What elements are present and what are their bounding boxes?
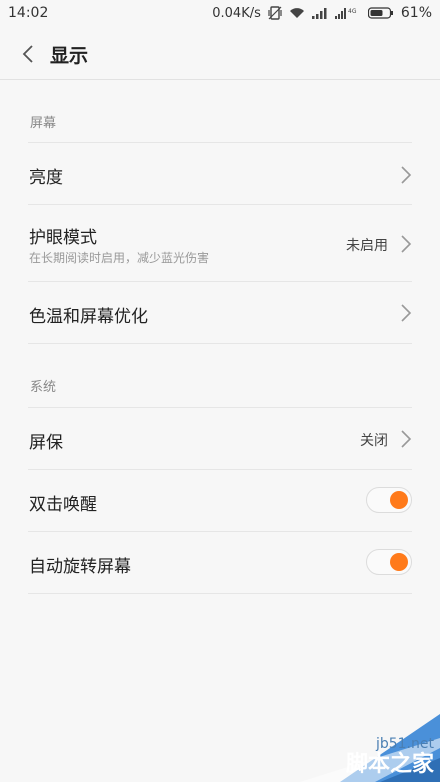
eye-care-value: 未启用 <box>346 238 388 254</box>
screensaver-value: 关闭 <box>360 433 388 449</box>
eye-care-label: 护眼模式 <box>29 228 97 248</box>
eye-care-row[interactable]: 护眼模式 在长期阅读时启用，减少蓝光伤害 未启用 <box>28 205 412 282</box>
screensaver-label: 屏保 <box>29 433 63 453</box>
color-temp-label: 色温和屏幕优化 <box>29 307 148 327</box>
back-button[interactable] <box>14 40 42 68</box>
chevron-right-icon <box>401 304 412 322</box>
watermark-text: 脚本之家 <box>345 752 434 777</box>
display-settings-screen: 14:02 0.04K/s 4G 61% 显示 屏幕 亮度 护眼模式 在长期阅读… <box>0 0 440 782</box>
watermark: jb51.net 脚本之家 <box>280 708 440 782</box>
battery-icon <box>367 7 394 19</box>
double-tap-wake-toggle[interactable] <box>366 487 412 513</box>
status-time: 14:02 <box>8 5 49 21</box>
status-icons: 0.04K/s 4G 61% <box>212 5 432 21</box>
battery-percent: 61% <box>400 5 432 21</box>
status-bar: 14:02 0.04K/s 4G 61% <box>0 0 440 28</box>
chevron-right-icon <box>401 430 412 448</box>
double-tap-wake-label: 双击唤醒 <box>29 495 97 515</box>
title-bar: 显示 <box>0 28 440 80</box>
chevron-right-icon <box>401 235 412 253</box>
toggle-knob <box>390 553 408 571</box>
section-label-screen: 屏幕 <box>30 116 57 131</box>
double-tap-wake-row: 双击唤醒 <box>28 470 412 532</box>
brightness-row[interactable]: 亮度 <box>28 142 412 205</box>
auto-rotate-row: 自动旋转屏幕 <box>28 532 412 594</box>
net-speed: 0.04K/s <box>212 5 261 21</box>
wifi-icon <box>289 7 305 19</box>
section-label-system: 系统 <box>30 380 57 395</box>
page-title: 显示 <box>50 45 89 67</box>
chevron-left-icon <box>22 45 33 63</box>
chevron-right-icon <box>401 166 412 184</box>
auto-rotate-toggle[interactable] <box>366 549 412 575</box>
vibrate-icon <box>268 6 282 20</box>
toggle-knob <box>390 491 408 509</box>
color-temp-row[interactable]: 色温和屏幕优化 <box>28 282 412 344</box>
signal-icon <box>311 7 328 19</box>
brightness-label: 亮度 <box>29 168 63 188</box>
screensaver-row[interactable]: 屏保 关闭 <box>28 407 412 470</box>
signal-4g-icon: 4G <box>334 7 361 19</box>
eye-care-subtitle: 在长期阅读时启用，减少蓝光伤害 <box>29 251 210 265</box>
svg-text:4G: 4G <box>348 8 357 15</box>
auto-rotate-label: 自动旋转屏幕 <box>29 557 131 577</box>
